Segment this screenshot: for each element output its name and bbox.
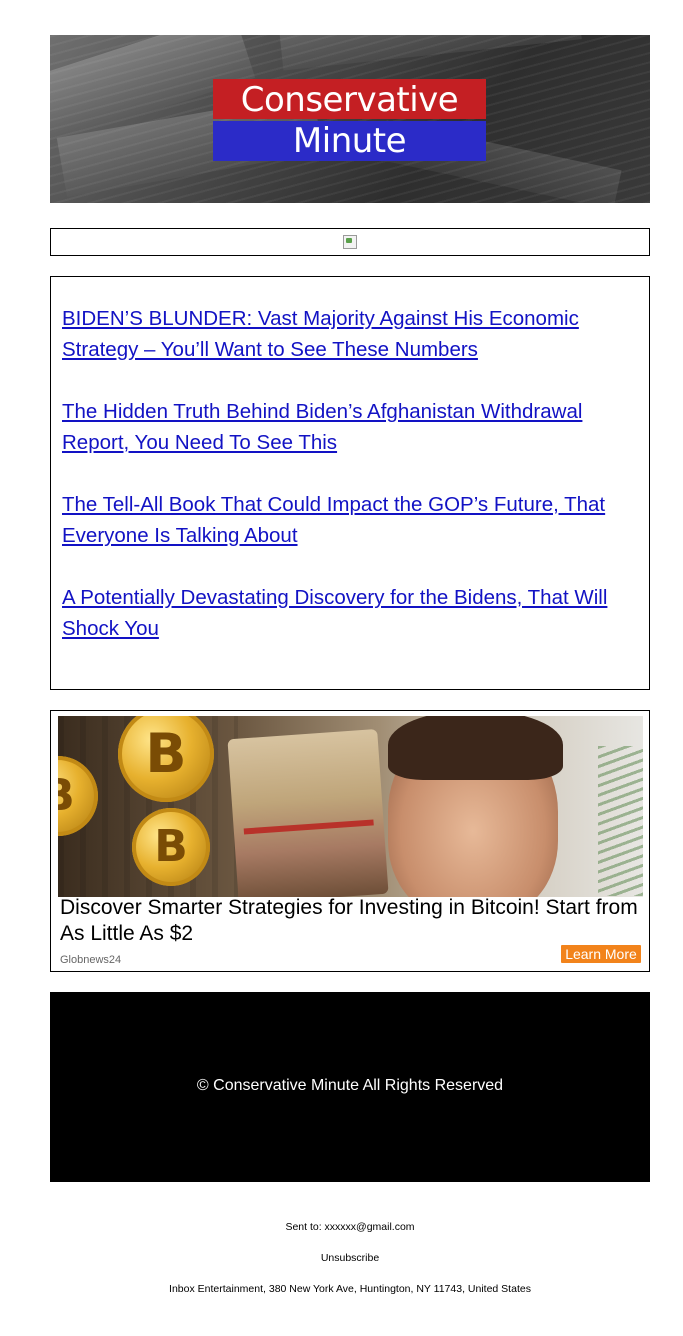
- headline-link[interactable]: The Hidden Truth Behind Biden’s Afghanis…: [62, 396, 632, 458]
- headlines-box: BIDEN’S BLUNDER: Vast Majority Against H…: [50, 276, 650, 690]
- headline-link[interactable]: A Potentially Devastating Discovery for …: [62, 582, 632, 644]
- logo-top-text: Conservative: [213, 79, 486, 120]
- ad-title[interactable]: Discover Smarter Strategies for Investin…: [60, 895, 640, 947]
- header-banner: Conservative Minute: [50, 35, 650, 203]
- plant-bg: [598, 746, 643, 896]
- ad-image[interactable]: B B B: [58, 716, 643, 897]
- unsubscribe-link[interactable]: Unsubscribe: [0, 1252, 683, 1264]
- company-address: Inbox Entertainment, 380 New York Ave, H…: [169, 1283, 531, 1295]
- man-hair: [388, 716, 563, 780]
- headline-link[interactable]: BIDEN’S BLUNDER: Vast Majority Against H…: [62, 303, 632, 365]
- ad-source: Globnews24: [60, 954, 122, 966]
- copyright-text: © Conservative Minute All Rights Reserve…: [196, 1077, 504, 1094]
- sent-to-text: Sent to: xxxxxx@gmail.com: [285, 1221, 415, 1233]
- learn-more-button[interactable]: Learn More: [561, 945, 641, 963]
- sponsored-ad[interactable]: B B B Discover Smarter Strategies for In…: [50, 710, 650, 972]
- bitcoin-coin-icon: B: [132, 808, 210, 886]
- site-logo[interactable]: Conservative Minute: [213, 79, 486, 161]
- cash-stack: [227, 728, 389, 897]
- logo-bottom-text: Minute: [213, 121, 486, 161]
- broken-image-icon: [343, 235, 357, 249]
- broken-image-banner[interactable]: [50, 228, 650, 256]
- footer-copyright-block: © Conservative Minute All Rights Reserve…: [50, 992, 650, 1182]
- headline-link[interactable]: The Tell-All Book That Could Impact the …: [62, 489, 632, 551]
